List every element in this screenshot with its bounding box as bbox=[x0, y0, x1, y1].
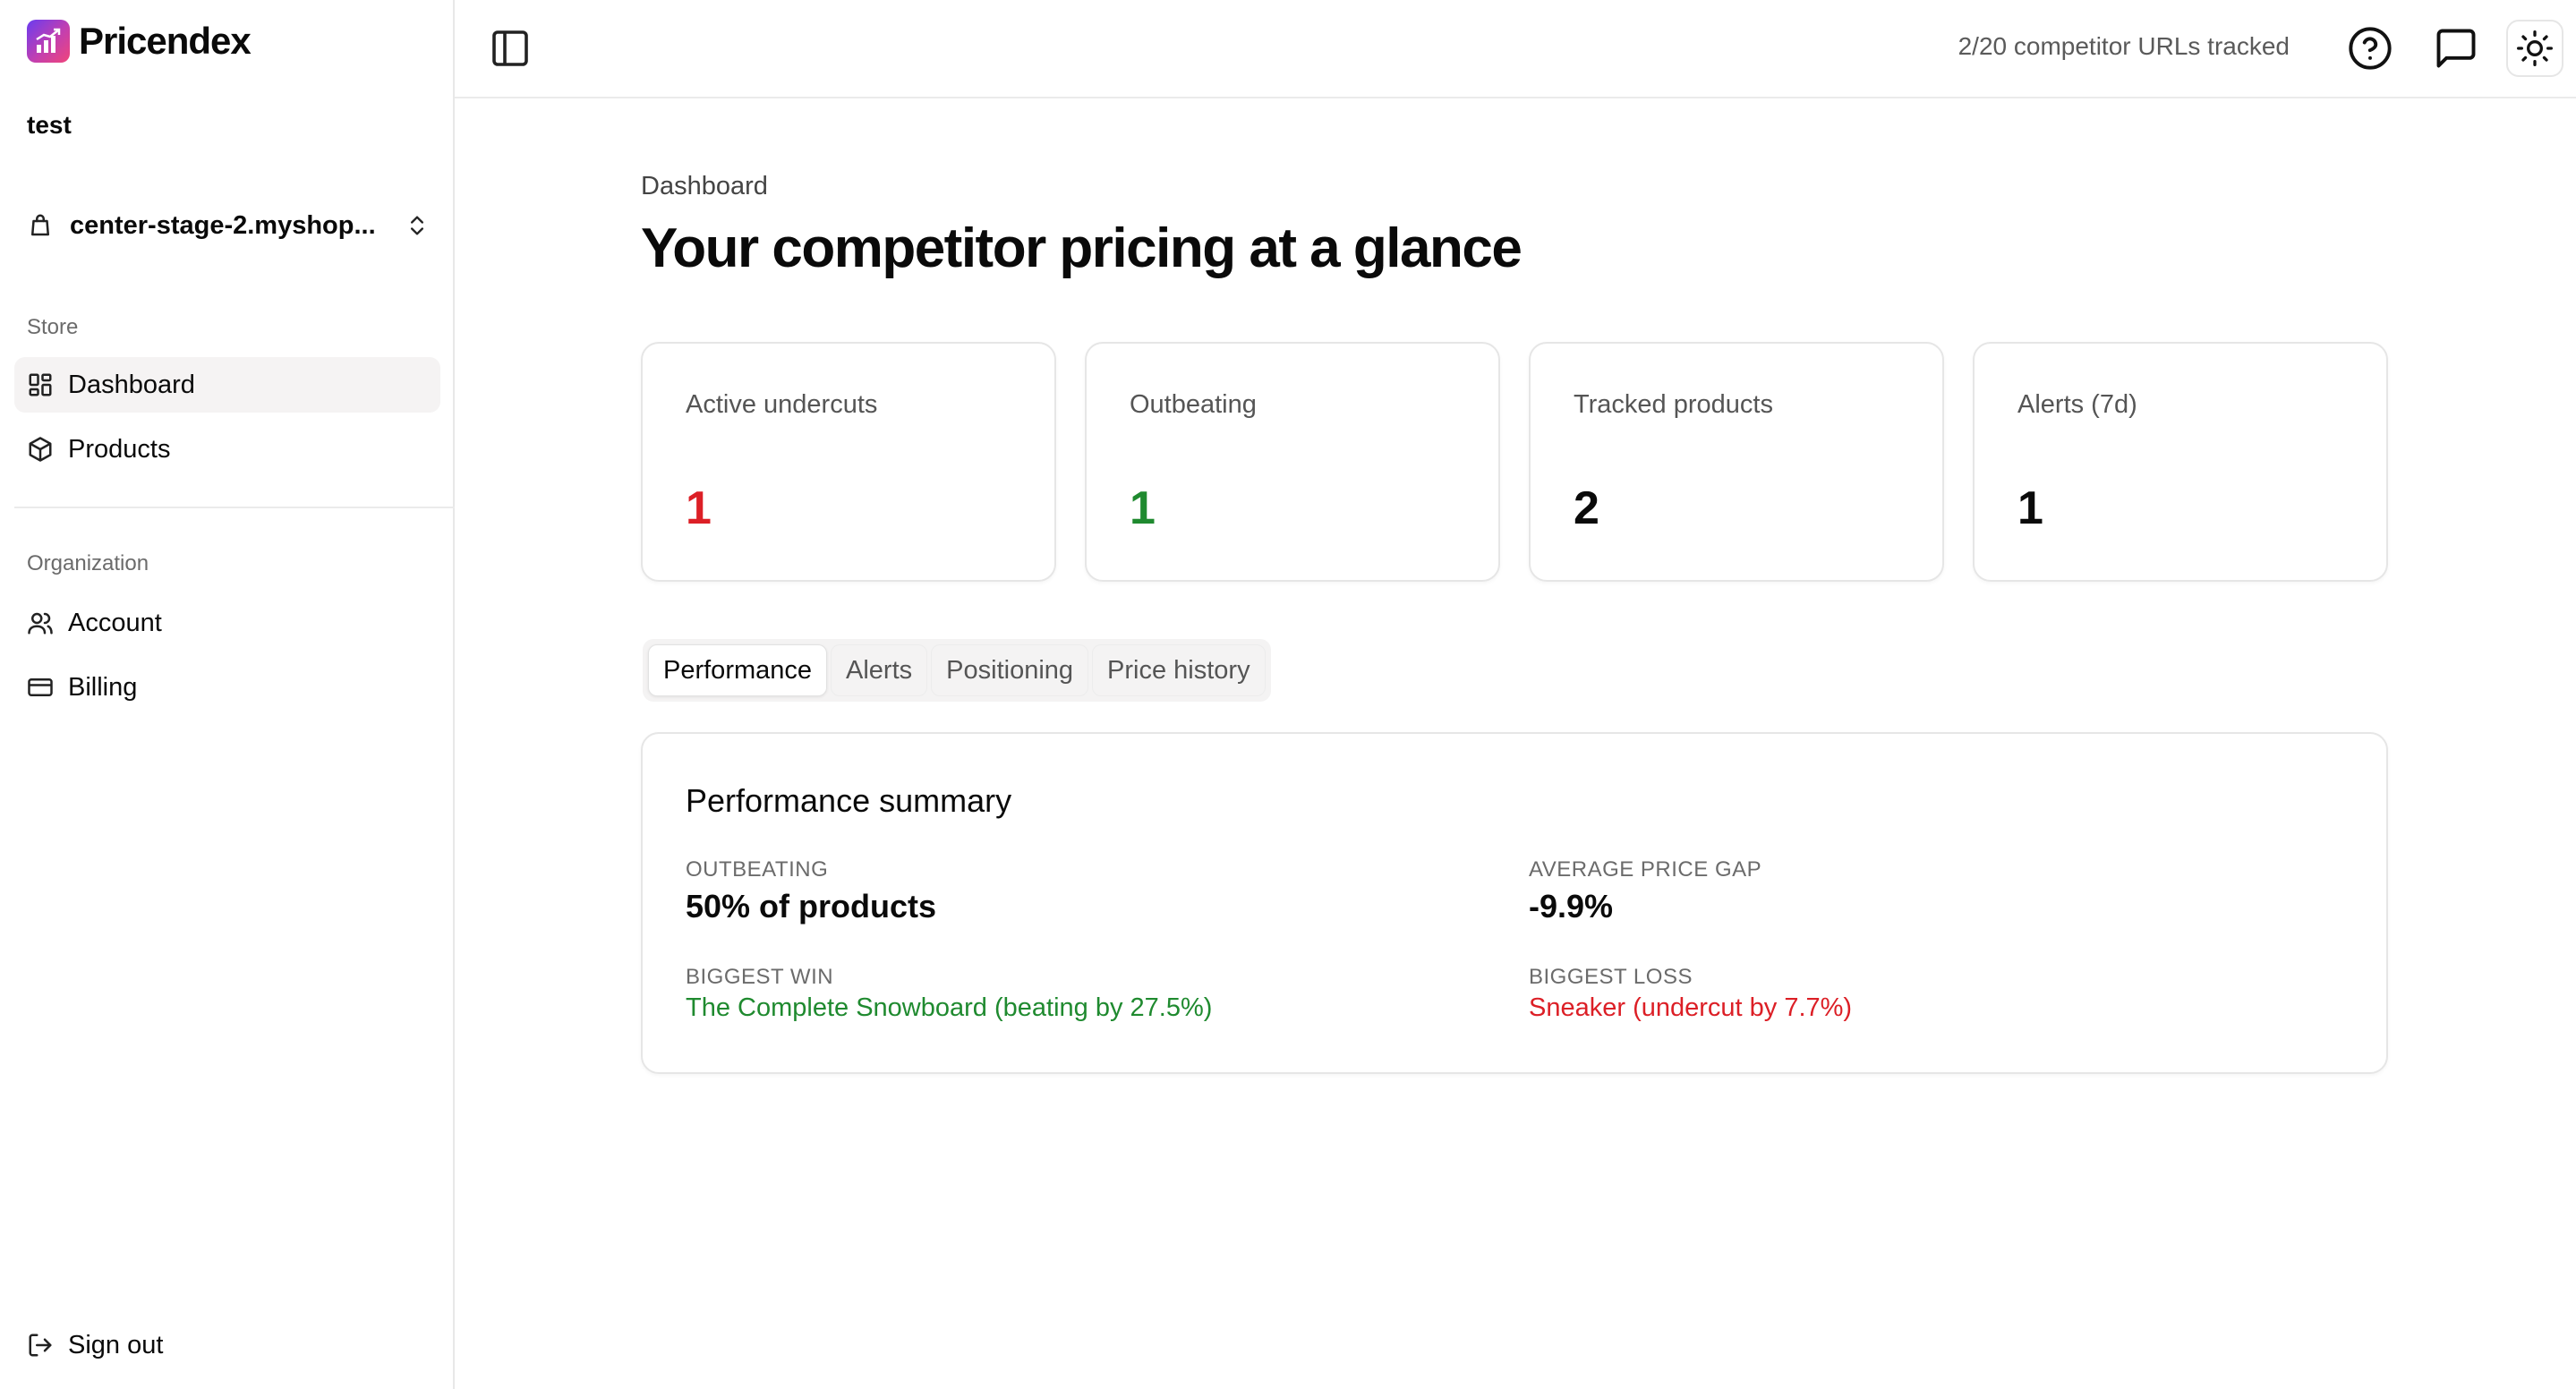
help-button[interactable] bbox=[2347, 25, 2393, 72]
tab-alerts[interactable]: Alerts bbox=[831, 644, 928, 696]
dashboard-icon bbox=[27, 371, 54, 398]
tab-performance[interactable]: Performance bbox=[648, 644, 828, 696]
store-section-label: Store bbox=[27, 315, 79, 339]
store-selector[interactable]: center-stage-2.myshop... bbox=[27, 204, 430, 247]
sidebar-item-billing[interactable]: Billing bbox=[14, 660, 440, 715]
stat-label: Alerts (7d) bbox=[2017, 390, 2137, 419]
sign-out-label: Sign out bbox=[68, 1330, 164, 1359]
brand[interactable]: Pricendex bbox=[27, 20, 252, 63]
stat-label: Active undercuts bbox=[686, 390, 878, 419]
store-lock-icon bbox=[27, 212, 54, 239]
chevrons-up-down-icon bbox=[405, 213, 430, 238]
pricendex-logo-icon bbox=[27, 20, 70, 63]
tab-positioning[interactable]: Positioning bbox=[931, 644, 1089, 696]
sidebar: Pricendex test center-stage-2.myshop... … bbox=[0, 0, 455, 1389]
page-title: Your competitor pricing at a glance bbox=[641, 217, 1523, 279]
stat-card-alerts-7d: Alerts (7d) 1 bbox=[1973, 342, 2388, 582]
dashboard-tabs: Performance Alerts Positioning Price his… bbox=[643, 639, 1271, 702]
theme-toggle-button[interactable] bbox=[2506, 20, 2563, 77]
stat-value: 1 bbox=[2017, 482, 2043, 534]
sign-out-button[interactable]: Sign out bbox=[14, 1317, 440, 1373]
performance-summary-card: Performance summary OUTBEATING 50% of pr… bbox=[641, 732, 2388, 1074]
organization-section-label: Organization bbox=[27, 551, 149, 575]
box-icon bbox=[27, 436, 54, 463]
sidebar-item-dashboard[interactable]: Dashboard bbox=[14, 357, 440, 413]
message-icon bbox=[2433, 25, 2479, 72]
sidebar-item-products[interactable]: Products bbox=[14, 422, 440, 477]
sidebar-item-label: Dashboard bbox=[68, 370, 195, 399]
outbeating-label: OUTBEATING bbox=[686, 857, 829, 882]
breadcrumb: Dashboard bbox=[641, 172, 768, 200]
stat-label: Tracked products bbox=[1574, 390, 1773, 419]
stat-card-tracked-products: Tracked products 2 bbox=[1529, 342, 1944, 582]
stat-card-active-undercuts: Active undercuts 1 bbox=[641, 342, 1056, 582]
sidebar-divider bbox=[14, 507, 455, 508]
avg-price-gap-label: AVERAGE PRICE GAP bbox=[1529, 857, 1762, 882]
brand-name: Pricendex bbox=[79, 20, 252, 62]
main-content: 2/20 competitor URLs tracked Dashboard Y… bbox=[455, 0, 2576, 1389]
outbeating-value: 50% of products bbox=[686, 888, 937, 925]
tab-price-history[interactable]: Price history bbox=[1092, 644, 1266, 696]
log-out-icon bbox=[27, 1332, 54, 1359]
store-selector-label: center-stage-2.myshop... bbox=[70, 210, 376, 240]
sidebar-item-account[interactable]: Account bbox=[14, 595, 440, 651]
biggest-win-label: BIGGEST WIN bbox=[686, 965, 834, 989]
sidebar-toggle-icon bbox=[489, 27, 532, 70]
stat-label: Outbeating bbox=[1130, 390, 1257, 419]
sidebar-item-label: Billing bbox=[68, 672, 138, 702]
biggest-win-value[interactable]: The Complete Snowboard (beating by 27.5%… bbox=[686, 993, 1212, 1023]
url-usage-counter: 2/20 competitor URLs tracked bbox=[1958, 32, 2290, 60]
summary-title: Performance summary bbox=[686, 782, 1012, 819]
stat-card-outbeating: Outbeating 1 bbox=[1085, 342, 1500, 582]
topbar: 2/20 competitor URLs tracked bbox=[455, 0, 2576, 98]
avg-price-gap-value: -9.9% bbox=[1529, 888, 1614, 925]
stat-value: 2 bbox=[1574, 482, 1599, 534]
users-icon bbox=[27, 609, 54, 636]
biggest-loss-label: BIGGEST LOSS bbox=[1529, 965, 1693, 989]
help-icon bbox=[2347, 25, 2393, 72]
sidebar-item-label: Products bbox=[68, 434, 171, 464]
feedback-button[interactable] bbox=[2433, 25, 2479, 72]
stat-value: 1 bbox=[1130, 482, 1156, 534]
credit-card-icon bbox=[27, 674, 54, 701]
stat-value: 1 bbox=[686, 482, 712, 534]
org-name: test bbox=[27, 111, 72, 139]
biggest-loss-value[interactable]: Sneaker (undercut by 7.7%) bbox=[1529, 993, 1852, 1023]
sun-icon bbox=[2515, 29, 2555, 68]
sidebar-toggle-button[interactable] bbox=[489, 27, 532, 70]
sidebar-item-label: Account bbox=[68, 608, 162, 637]
